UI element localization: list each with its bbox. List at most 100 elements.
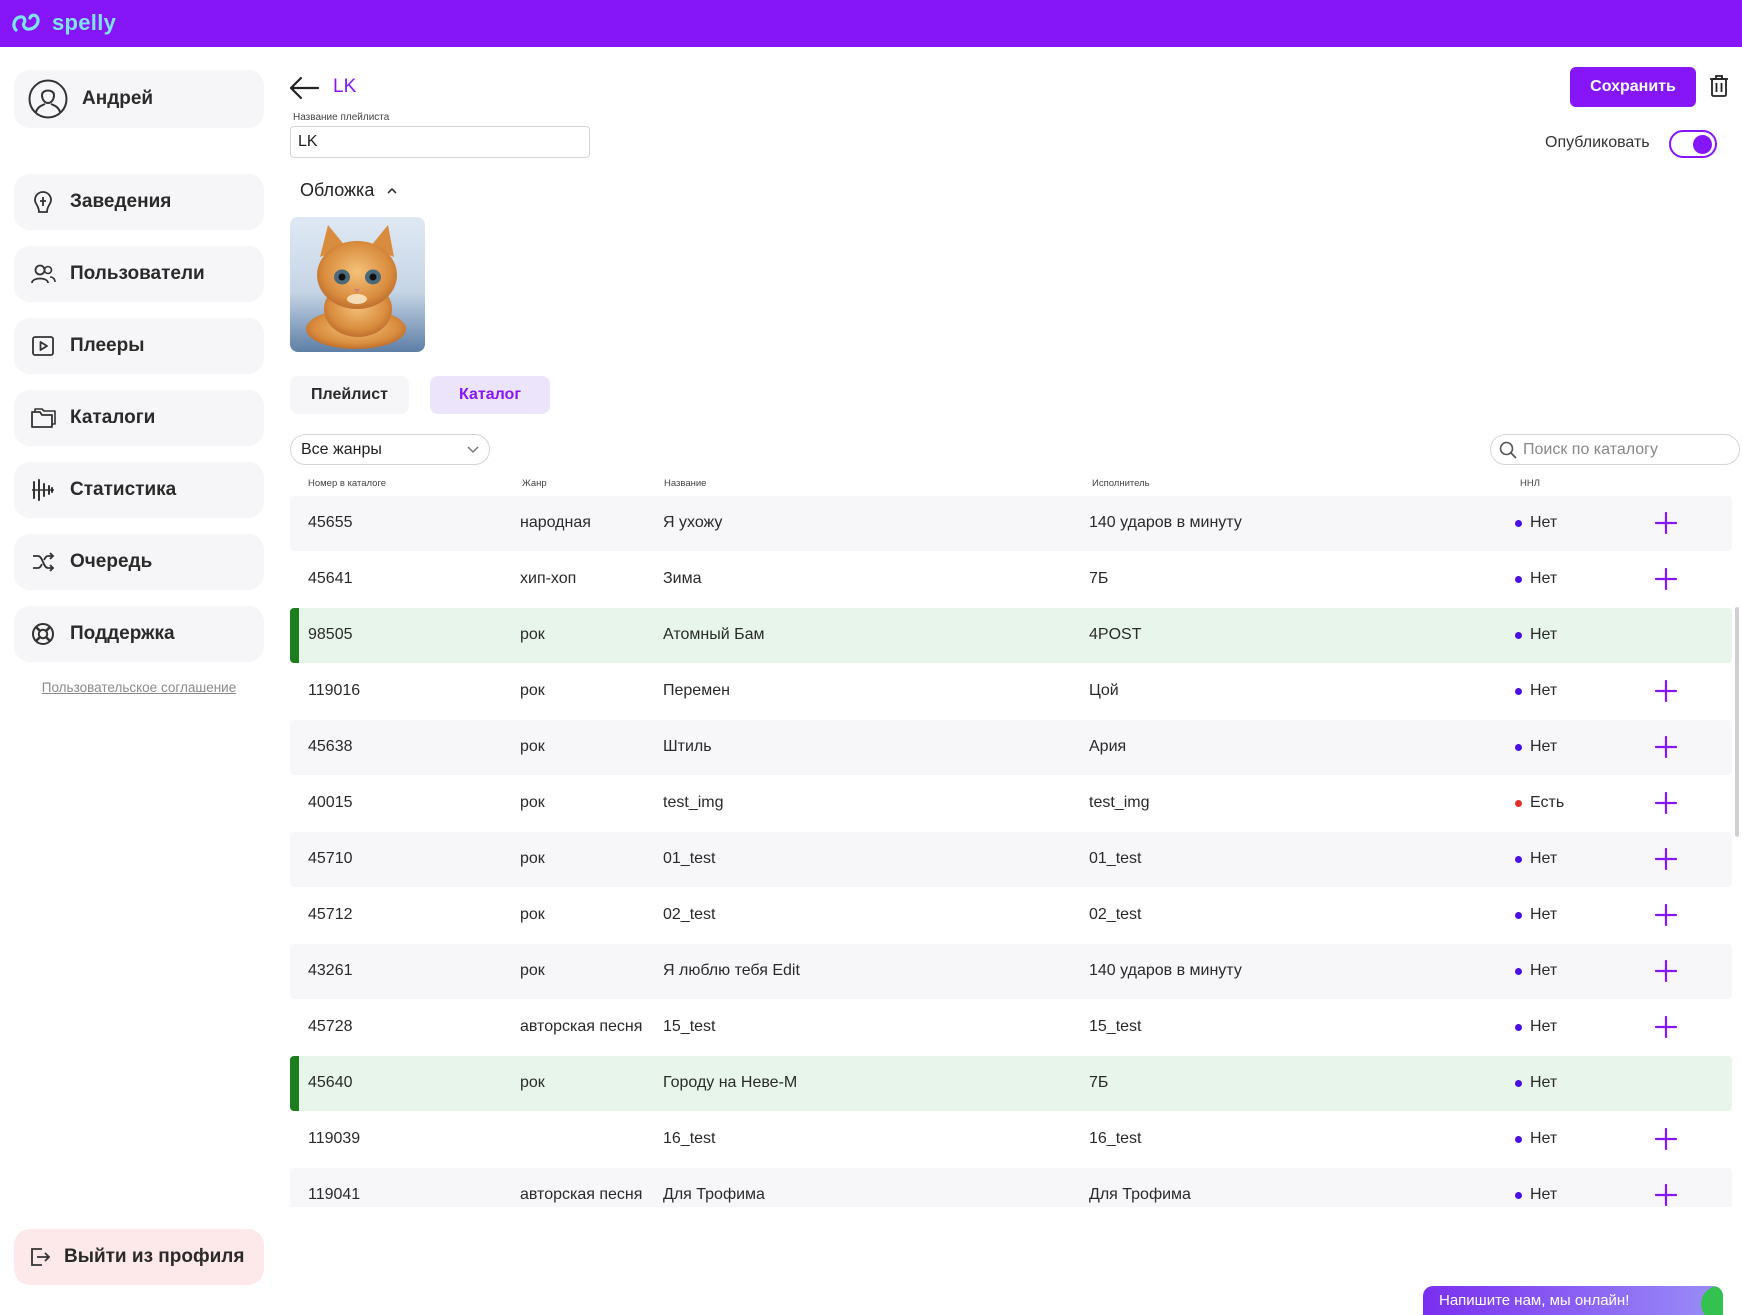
sidebar-item-label: Заведения xyxy=(70,191,172,212)
genre-cell: хип-хоп xyxy=(520,570,577,587)
add-track-button[interactable] xyxy=(1653,1014,1679,1040)
add-track-button[interactable] xyxy=(1653,566,1679,592)
title-cell: Перемен xyxy=(663,682,730,699)
add-track-button[interactable] xyxy=(1653,734,1679,760)
sidebar-item-players[interactable]: Плееры xyxy=(14,318,264,374)
online-indicator xyxy=(1701,1286,1723,1315)
table-row[interactable]: 98505 рок Атомный Бам 4POST Нет xyxy=(290,608,1732,663)
artist-cell: 7Б xyxy=(1089,570,1109,587)
table-row[interactable]: 119041 авторская песня Для Трофима Для Троф… xyxy=(290,1168,1732,1207)
user-agreement-link[interactable]: Пользовательское соглашение xyxy=(14,680,264,695)
catalog-number-cell: 45712 xyxy=(308,906,353,923)
title-cell: test_img xyxy=(663,794,724,811)
sidebar-item-catalogs[interactable]: Каталоги xyxy=(14,390,264,446)
add-track-button[interactable] xyxy=(1653,1126,1679,1152)
artist-cell: Ария xyxy=(1089,738,1127,755)
table-row[interactable]: 45638 рок Штиль Ария Нет xyxy=(290,720,1732,775)
plus-icon xyxy=(1654,903,1678,927)
genre-cell: рок xyxy=(520,682,545,699)
catalog-search[interactable] xyxy=(1490,434,1740,465)
catalog-table: 45655 народная Я ухожу 140 ударов в минуту Н… xyxy=(290,496,1732,1207)
logout-icon xyxy=(31,1248,51,1266)
sidebar-item-label: Статистика xyxy=(70,479,177,500)
table-row[interactable]: 45655 народная Я ухожу 140 ударов в минуту Н… xyxy=(290,496,1732,551)
plus-icon xyxy=(1654,1015,1678,1039)
plus-icon xyxy=(1654,567,1678,591)
back-button[interactable] xyxy=(288,74,322,102)
venue-icon xyxy=(30,189,56,215)
table-row[interactable]: 119016 рок Перемен Цой Нет xyxy=(290,664,1732,719)
table-row[interactable]: 45712 рок 02_test 02_test Нет xyxy=(290,888,1732,943)
hnl-cell: Нет xyxy=(1515,626,1557,644)
search-input[interactable] xyxy=(1523,440,1723,459)
genre-cell: рок xyxy=(520,1074,545,1091)
save-button[interactable]: Сохранить xyxy=(1570,67,1696,107)
plus-icon xyxy=(1654,1127,1678,1151)
title-cell: 15_test xyxy=(663,1018,716,1035)
cover-image[interactable] xyxy=(290,217,425,352)
table-row[interactable]: 45710 рок 01_test 01_test Нет xyxy=(290,832,1732,887)
user-card[interactable]: Андрей xyxy=(14,70,264,128)
cover-section-toggle[interactable]: Обложка xyxy=(300,180,398,201)
add-track-button[interactable] xyxy=(1653,846,1679,872)
logout-button[interactable]: Выйти из профиля xyxy=(14,1229,264,1285)
catalog-number-cell: 45710 xyxy=(308,850,353,867)
sidebar-item-label: Пользователи xyxy=(70,263,205,284)
table-row[interactable]: 45641 хип-хоп Зима 7Б Нет xyxy=(290,552,1732,607)
genre-select-value: Все жанры xyxy=(301,440,382,458)
hnl-cell: Нет xyxy=(1515,514,1557,532)
catalog-number-cell: 45638 xyxy=(308,738,353,755)
hnl-cell: Нет xyxy=(1515,570,1557,588)
column-header: Название xyxy=(664,478,707,489)
artist-cell: 01_test xyxy=(1089,850,1142,867)
add-track-button[interactable] xyxy=(1653,678,1679,704)
catalog-number-cell: 45728 xyxy=(308,1018,353,1035)
artist-cell: 15_test xyxy=(1089,1018,1142,1035)
table-row[interactable]: 119039 16_test 16_test Нет xyxy=(290,1112,1732,1167)
title-cell: 16_test xyxy=(663,1130,716,1147)
shuffle-icon xyxy=(30,549,56,575)
artist-cell: Для Трофима xyxy=(1089,1186,1191,1203)
add-track-button[interactable] xyxy=(1653,790,1679,816)
genre-select[interactable]: Все жанры xyxy=(290,434,490,465)
table-row[interactable]: 45728 авторская песня 15_test 15_test Нет xyxy=(290,1000,1732,1055)
sidebar-item-users[interactable]: Пользователи xyxy=(14,246,264,302)
sidebar-item-support[interactable]: Поддержка xyxy=(14,606,264,662)
artist-cell: 140 ударов в минуту xyxy=(1089,962,1242,979)
add-track-button[interactable] xyxy=(1653,1182,1679,1207)
sidebar-item-venues[interactable]: Заведения xyxy=(14,174,264,230)
sidebar-item-queue[interactable]: Очередь xyxy=(14,534,264,590)
hnl-cell: Нет xyxy=(1515,1074,1557,1092)
hnl-cell: Нет xyxy=(1515,850,1557,868)
artist-cell: 4POST xyxy=(1089,626,1142,643)
kitten-cover-image xyxy=(290,217,425,352)
plus-icon xyxy=(1654,847,1678,871)
tab-catalog[interactable]: Каталог xyxy=(430,376,550,414)
catalog-number-cell: 119041 xyxy=(308,1186,361,1203)
table-row[interactable]: 45640 рок Городу на Неве-М 7Б Нет xyxy=(290,1056,1732,1111)
logo[interactable]: spelly xyxy=(10,10,116,36)
add-track-button[interactable] xyxy=(1653,902,1679,928)
trash-icon xyxy=(1710,75,1728,97)
scrollbar[interactable] xyxy=(1735,607,1739,837)
genre-cell: авторская песня xyxy=(520,1186,643,1203)
add-track-button[interactable] xyxy=(1653,958,1679,984)
sidebar-item-label: Каталоги xyxy=(70,407,156,428)
title-cell: Я ухожу xyxy=(663,514,723,531)
table-row[interactable]: 43261 рок Я люблю тебя Edit 140 ударов в ми… xyxy=(290,944,1732,999)
hnl-cell: Нет xyxy=(1515,1018,1557,1036)
delete-button[interactable] xyxy=(1709,74,1731,100)
tab-playlist[interactable]: Плейлист xyxy=(290,376,409,414)
chat-widget[interactable]: Напишите нам, мы онлайн! xyxy=(1423,1286,1723,1315)
folder-icon xyxy=(30,405,56,431)
catalog-number-cell: 45640 xyxy=(308,1074,353,1091)
playlist-name-input[interactable] xyxy=(290,126,590,158)
publish-toggle[interactable] xyxy=(1669,130,1717,158)
plus-icon xyxy=(1654,1183,1678,1207)
catalog-number-cell: 43261 xyxy=(308,962,353,979)
sidebar-item-statistics[interactable]: Статистика xyxy=(14,462,264,518)
table-row[interactable]: 40015 рок test_img test_img Есть xyxy=(290,776,1732,831)
lifebuoy-icon xyxy=(30,621,56,647)
top-bar: spelly xyxy=(0,0,1742,47)
add-track-button[interactable] xyxy=(1653,510,1679,536)
